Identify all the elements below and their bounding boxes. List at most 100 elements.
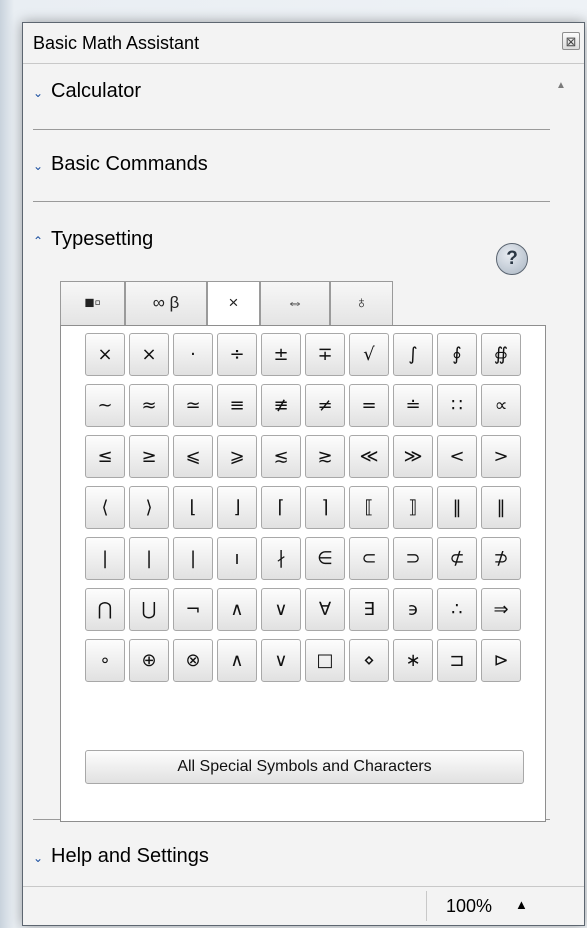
chevron-down-icon: ⌄ [33, 851, 44, 865]
section-label: Basic Commands [51, 153, 208, 175]
scroll-up-icon[interactable]: ▲ [556, 80, 566, 91]
symbol-button[interactable]: × [85, 333, 125, 376]
section-help-settings[interactable]: ⌄ Help and Settings [33, 845, 550, 871]
symbol-button[interactable]: ≃ [173, 384, 213, 427]
symbol-button[interactable]: ÷ [217, 333, 257, 376]
symbol-button[interactable]: ∧ [217, 588, 257, 631]
symbol-button[interactable]: ϶ [393, 588, 433, 631]
symbol-button[interactable]: ≲ [261, 435, 301, 478]
symbol-button[interactable]: ⊳ [481, 639, 521, 682]
symbol-button[interactable]: ∈ [305, 537, 345, 580]
tab-arrows[interactable]: ⇔ [260, 281, 330, 325]
symbol-button[interactable]: ⊂ [349, 537, 389, 580]
section-label: Typesetting [51, 228, 154, 250]
tab-templates[interactable]: ■▫ [60, 281, 125, 325]
symbol-button[interactable]: | [173, 537, 213, 580]
symbol-button[interactable]: ⟧ [393, 486, 433, 529]
symbol-button[interactable]: | [85, 537, 125, 580]
symbol-button[interactable]: ⇒ [481, 588, 521, 631]
symbol-button[interactable]: ⊃ [393, 537, 433, 580]
tab-other[interactable]: ♁ [330, 281, 393, 325]
symbol-button[interactable]: ∝ [481, 384, 521, 427]
zoom-level[interactable]: 100% [446, 896, 492, 917]
window-title: Basic Math Assistant [33, 33, 200, 53]
symbol-button[interactable]: ⟨ [85, 486, 125, 529]
symbol-button[interactable]: ⊅ [481, 537, 521, 580]
section-typesetting[interactable]: ⌃ Typesetting [33, 228, 550, 254]
symbol-button[interactable]: ‖ [481, 486, 521, 529]
tab-greek[interactable]: ∞ β [125, 281, 207, 325]
symbol-button[interactable]: · [173, 333, 213, 376]
symbol-button[interactable]: | [129, 537, 169, 580]
symbol-button[interactable]: ∘ [85, 639, 125, 682]
help-button[interactable]: ? [496, 243, 528, 275]
symbol-button[interactable]: ± [261, 333, 301, 376]
symbol-button[interactable]: ⊗ [173, 639, 213, 682]
basic-math-assistant-window: Basic Math Assistant ⊠ ⌄ Calculator ⌄ Basi… [22, 22, 585, 926]
section-calculator[interactable]: ⌄ Calculator [33, 80, 550, 106]
symbol-button[interactable]: ≡ [217, 384, 257, 427]
symbol-button[interactable]: ∫ [393, 333, 433, 376]
symbol-button[interactable]: ı [217, 537, 257, 580]
section-divider [33, 201, 550, 202]
symbol-button[interactable]: ∷ [437, 384, 477, 427]
symbol-button[interactable]: < [437, 435, 477, 478]
status-bar: 100% ▲ [23, 886, 584, 925]
tab-operators[interactable]: × [207, 281, 260, 327]
chevron-up-icon: ⌃ [33, 234, 44, 248]
symbol-button[interactable]: = [349, 384, 389, 427]
symbol-button[interactable]: ∯ [481, 333, 521, 376]
symbol-button[interactable]: ≈ [129, 384, 169, 427]
symbol-button[interactable]: ∤ [261, 537, 301, 580]
symbol-button[interactable]: ∧ [217, 639, 257, 682]
symbol-button[interactable]: ⟩ [129, 486, 169, 529]
title-bar: Basic Math Assistant ⊠ [23, 23, 584, 64]
symbol-button[interactable]: ∴ [437, 588, 477, 631]
symbol-button[interactable]: ≥ [129, 435, 169, 478]
symbol-button[interactable]: ≳ [305, 435, 345, 478]
zoom-menu-arrow-icon[interactable]: ▲ [515, 897, 528, 912]
symbol-button[interactable]: ∃ [349, 588, 389, 631]
symbol-button[interactable]: ≐ [393, 384, 433, 427]
symbol-button[interactable]: ∨ [261, 588, 301, 631]
symbol-button[interactable]: ⋃ [129, 588, 169, 631]
symbol-button[interactable]: ≤ [85, 435, 125, 478]
symbol-button[interactable]: ⋂ [85, 588, 125, 631]
symbol-button[interactable]: ≢ [261, 384, 301, 427]
symbol-button[interactable]: ~ [85, 384, 125, 427]
symbol-button[interactable]: ⌊ [173, 486, 213, 529]
close-icon[interactable]: ⊠ [562, 32, 580, 50]
chevron-down-icon: ⌄ [33, 86, 44, 100]
symbol-button[interactable]: √ [349, 333, 389, 376]
symbol-button[interactable]: ≠ [305, 384, 345, 427]
all-special-symbols-button[interactable]: All Special Symbols and Characters [85, 750, 524, 784]
symbol-button[interactable]: > [481, 435, 521, 478]
symbol-button[interactable]: ∓ [305, 333, 345, 376]
symbol-button[interactable]: ⊕ [129, 639, 169, 682]
symbol-button[interactable]: ⌉ [305, 486, 345, 529]
symbol-button[interactable]: ⊄ [437, 537, 477, 580]
symbol-button[interactable]: ⋄ [349, 639, 389, 682]
section-divider [33, 129, 550, 130]
section-label: Help and Settings [51, 845, 209, 867]
symbol-button[interactable]: ∨ [261, 639, 301, 682]
symbol-button[interactable]: ⊐ [437, 639, 477, 682]
symbol-button[interactable]: × [129, 333, 169, 376]
symbol-button[interactable]: ∀ [305, 588, 345, 631]
symbol-button[interactable]: ⟦ [349, 486, 389, 529]
symbol-button[interactable]: ≪ [349, 435, 389, 478]
symbol-button[interactable]: ⌋ [217, 486, 257, 529]
symbol-button[interactable]: ∗ [393, 639, 433, 682]
section-label: Calculator [51, 80, 142, 102]
symbol-button[interactable]: ∮ [437, 333, 477, 376]
chevron-down-icon: ⌄ [33, 159, 44, 173]
symbol-button[interactable]: □ [305, 639, 345, 682]
symbol-button[interactable]: ⌈ [261, 486, 301, 529]
symbol-button[interactable]: ⩾ [217, 435, 257, 478]
symbol-button[interactable]: ≫ [393, 435, 433, 478]
symbol-button[interactable]: ⩽ [173, 435, 213, 478]
status-divider [426, 891, 427, 921]
symbol-button[interactable]: ¬ [173, 588, 213, 631]
symbol-button[interactable]: ‖ [437, 486, 477, 529]
section-basic-commands[interactable]: ⌄ Basic Commands [33, 153, 550, 179]
